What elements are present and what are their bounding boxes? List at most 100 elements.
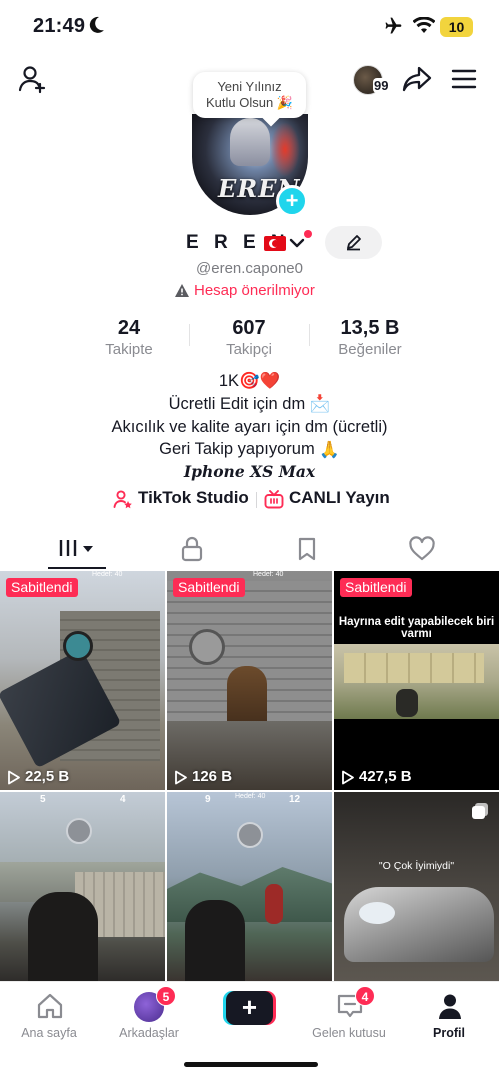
grid-bars-icon — [59, 540, 93, 556]
heart-outline-icon — [408, 536, 435, 561]
tiktok-studio-label: TikTok Studio — [138, 488, 249, 507]
live-label: CANLI Yayın — [289, 488, 390, 507]
video-caption: Hayrına edit yapabilecek biri varmı — [338, 616, 495, 640]
create-button[interactable]: + — [223, 991, 276, 1025]
heart-emoji-icon: ❤️ — [259, 372, 281, 391]
account-warning-text: Hesap önerilmiyor — [194, 282, 315, 299]
stat-divider — [189, 324, 190, 346]
stat-followers[interactable]: 607 Takipçi — [209, 317, 289, 358]
status-time: 21:49 — [33, 15, 86, 37]
pinned-badge: Sabitlendi — [340, 578, 412, 597]
add-story-plus-icon[interactable]: + — [276, 185, 308, 217]
bio-line1: 1K — [218, 372, 240, 390]
profile-links: TikTok Studio CANLI Yayın — [0, 488, 499, 512]
bubble-line2: Kutlu Olsun 🎉 — [205, 95, 293, 110]
turkey-flag-icon — [264, 236, 286, 251]
tab-liked[interactable] — [359, 530, 484, 570]
game-hud-mid: Hedef: 40 — [235, 793, 266, 800]
video-thumbnail[interactable]: "O Çok İyimiydi" — [334, 792, 499, 981]
links-divider — [256, 492, 257, 508]
stat-likes[interactable]: 13,5 B Beğeniler — [325, 317, 415, 358]
view-count-value: 126 B — [192, 768, 233, 785]
play-outline-icon — [175, 770, 187, 785]
stat-followers-label: Takipçi — [226, 341, 272, 358]
warning-icon — [175, 284, 189, 297]
video-thumbnail[interactable]: 5 4 — [0, 792, 165, 981]
profile-handle: @eren.capone0 — [196, 260, 303, 277]
game-hud-text: Hedef: 40 — [92, 571, 123, 578]
video-thumbnail[interactable]: Sabitlendi Hedef: 40 22,5 B — [0, 571, 165, 790]
share-icon[interactable] — [402, 65, 432, 93]
game-hud-left: 9 — [205, 794, 211, 805]
moon-icon — [89, 16, 104, 33]
bio-line3: Akıcılık ve kalite ayarı için dm (ücretl… — [111, 417, 388, 436]
bio-line4: Geri Takip yapıyorum — [159, 440, 315, 459]
envelope-emoji-icon: 📩 — [309, 395, 331, 414]
stat-divider — [309, 324, 310, 346]
stat-likes-value: 13,5 B — [340, 317, 400, 339]
battery-indicator: 10 — [440, 17, 473, 37]
game-hud-text: Hedef: 40 — [253, 571, 284, 578]
inbox-badge: 4 — [355, 986, 375, 1006]
video-thumbnail[interactable]: 9 Hedef: 40 12 — [167, 792, 332, 981]
add-friend-icon[interactable] — [18, 64, 48, 94]
view-count: 22,5 B — [7, 768, 107, 786]
target-emoji-icon: 🎯 — [239, 372, 260, 391]
tab-private[interactable] — [129, 530, 254, 570]
stat-following[interactable]: 24 Takipte — [89, 317, 169, 358]
name-row: E R E N — [0, 230, 499, 256]
video-thumbnail[interactable]: Sabitlendi Hedef: 40 126 B — [167, 571, 332, 790]
view-count: 427,5 B — [341, 768, 441, 786]
bubble-line1: Yeni Yılınız — [217, 79, 282, 94]
viewer-count-badge: 99 — [373, 78, 390, 93]
stat-likes-label: Beğeniler — [338, 341, 402, 358]
profile-person-icon — [439, 994, 461, 1019]
create-plus-icon: + — [226, 991, 273, 1025]
pencil-icon — [347, 235, 361, 251]
video-thumbnail[interactable]: Hayrına edit yapabilecek biri varmı Sabi… — [334, 571, 499, 790]
content-tabs — [0, 530, 499, 570]
lock-icon — [181, 536, 202, 562]
view-count-value: 427,5 B — [359, 768, 412, 785]
game-hud-left: 5 — [40, 794, 46, 805]
bio-line5: Iphone XS Max — [183, 462, 316, 482]
nav-friends-label: Arkadaşlar — [119, 1026, 179, 1040]
view-count: 126 B — [174, 768, 274, 786]
edit-profile-button[interactable] — [325, 226, 382, 259]
stat-following-value: 24 — [117, 317, 141, 339]
tab-saved[interactable] — [244, 530, 369, 570]
live-tv-icon — [264, 490, 284, 509]
wifi-icon — [413, 17, 435, 33]
airplane-icon — [385, 17, 402, 34]
play-outline-icon — [8, 770, 20, 785]
pinned-badge: Sabitlendi — [173, 578, 245, 597]
tab-videos[interactable] — [15, 530, 140, 570]
nav-inbox-label: Gelen kutusu — [312, 1026, 386, 1040]
stat-followers-value: 607 — [232, 317, 266, 339]
status-bar: 21:49 10 — [0, 0, 499, 54]
nav-home-label: Ana sayfa — [21, 1026, 77, 1040]
bookmark-icon — [298, 537, 315, 561]
home-indicator — [184, 1062, 318, 1067]
notification-dot — [304, 230, 312, 238]
stat-following-label: Takipte — [105, 341, 153, 358]
bio-line2: Ücretli Edit için dm — [168, 394, 306, 413]
profile-bio: 1K🎯❤️ Ücretli Edit için dm 📩 Akıcılık ve… — [0, 370, 499, 484]
video-grid: Sabitlendi Hedef: 40 22,5 B Sabitlendi H… — [0, 571, 499, 981]
friends-badge: 5 — [156, 986, 176, 1006]
active-tab-underline — [48, 567, 106, 569]
pinned-badge: Sabitlendi — [6, 578, 78, 597]
play-outline-icon — [342, 770, 354, 785]
chevron-down-icon[interactable] — [289, 236, 305, 250]
studio-person-icon — [113, 490, 132, 509]
nav-profile-label: Profil — [433, 1026, 465, 1040]
menu-icon[interactable] — [451, 68, 477, 90]
photo-carousel-icon — [472, 803, 488, 819]
status-bubble[interactable]: Yeni Yılınız Kutlu Olsun 🎉 — [193, 72, 306, 118]
view-count-value: 22,5 B — [25, 768, 70, 785]
video-caption: "O Çok İyimiydi" — [378, 860, 455, 872]
game-hud-right: 4 — [120, 794, 126, 805]
praying-hands-emoji-icon: 🙏 — [319, 440, 340, 459]
game-hud-right: 12 — [289, 794, 301, 805]
home-icon — [37, 993, 63, 1019]
